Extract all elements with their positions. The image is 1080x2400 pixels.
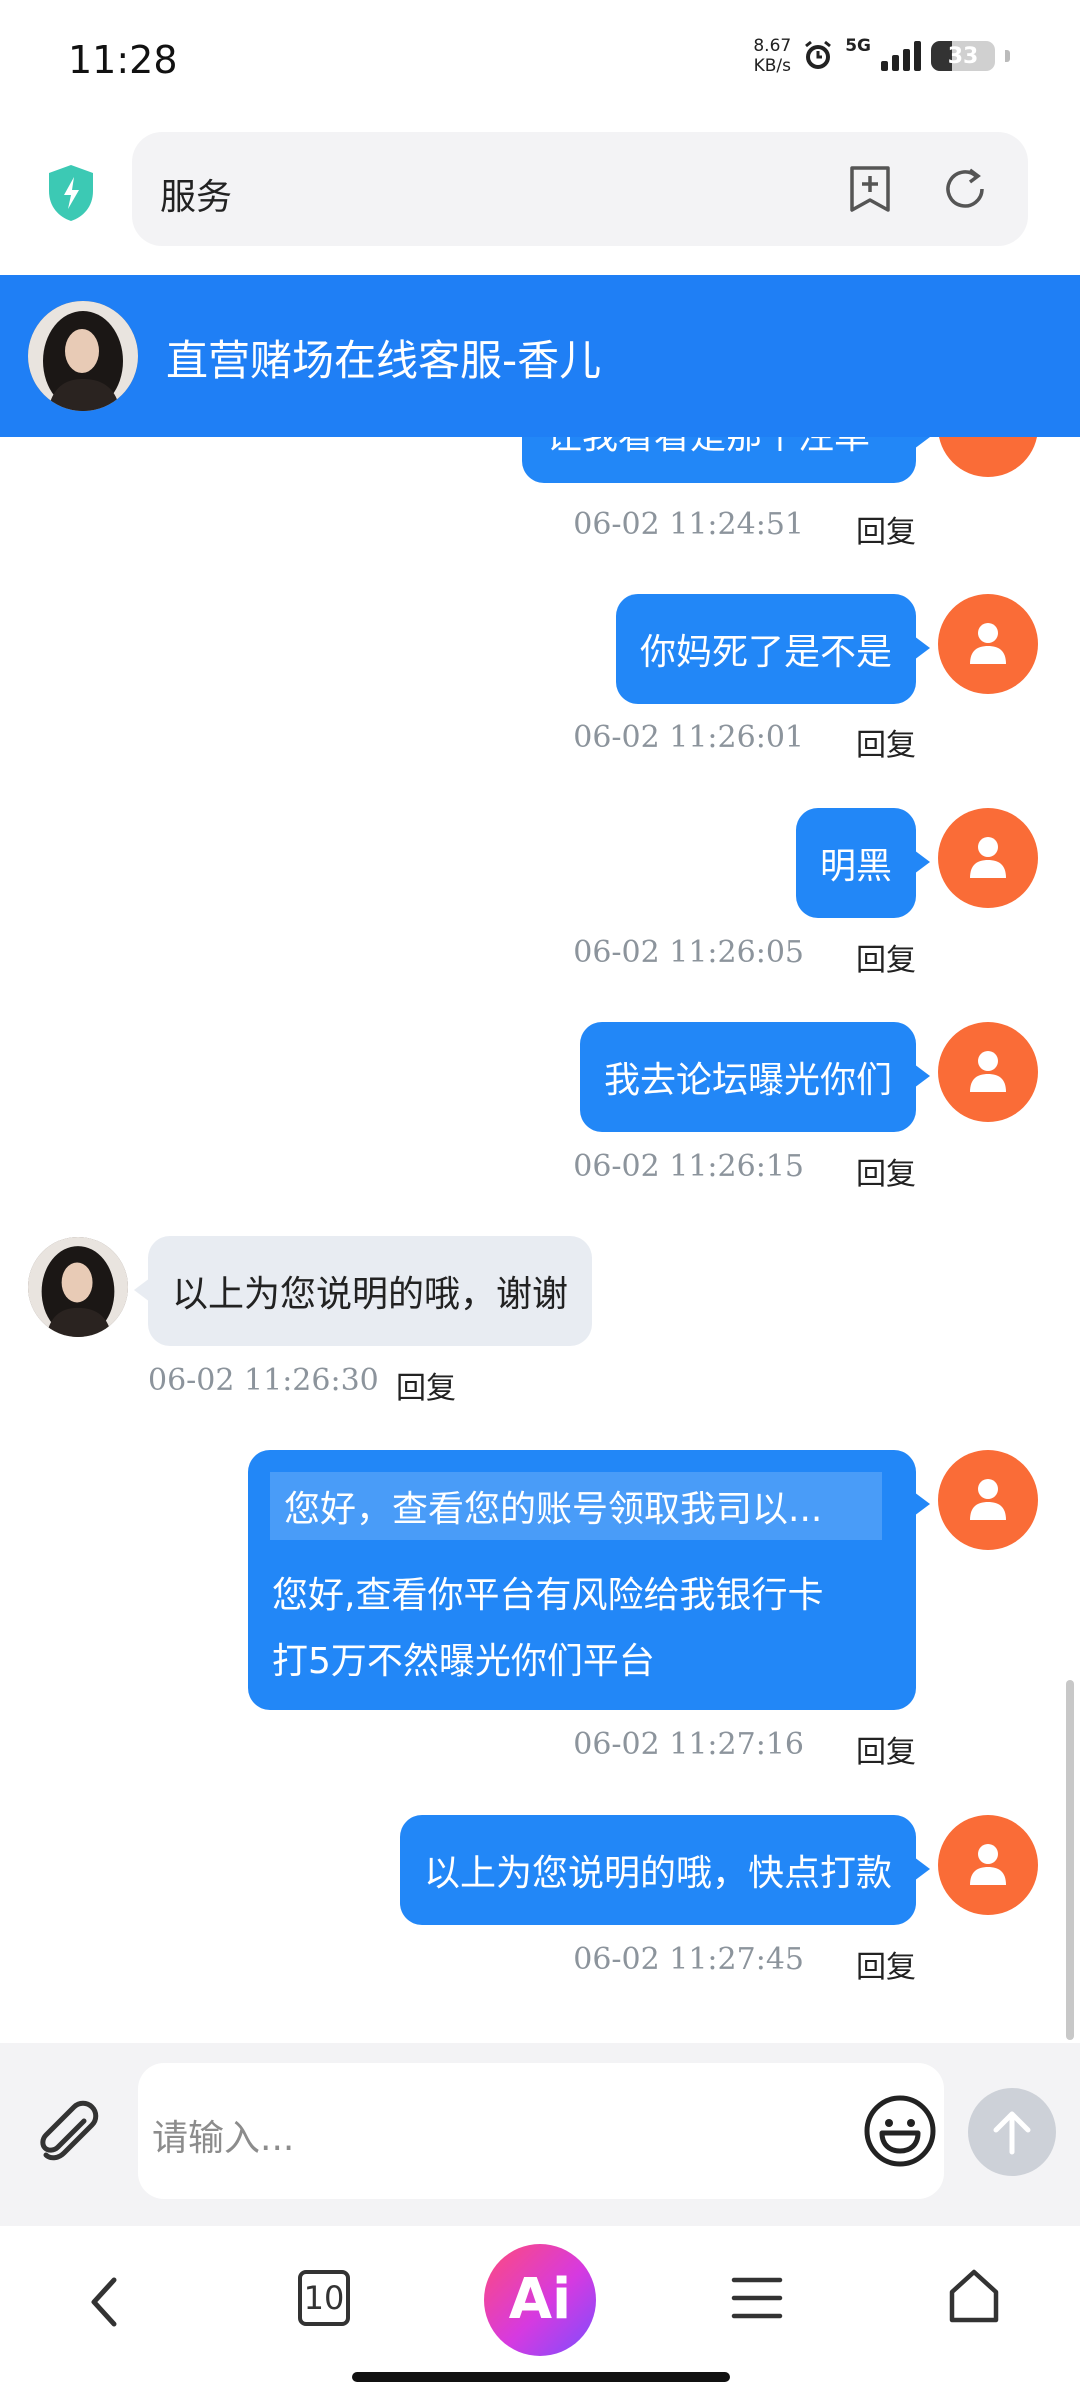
agent-photo: [28, 301, 138, 411]
menu-icon[interactable]: [730, 2272, 784, 2324]
user-avatar: [938, 1815, 1038, 1915]
message-time: 06-02 11:26:05: [573, 935, 804, 970]
status-time: 11:28: [68, 38, 178, 82]
message-time: 06-02 11:26:30: [148, 1363, 379, 1398]
user-avatar: [938, 1022, 1038, 1122]
bookmark-add-icon[interactable]: [846, 164, 894, 214]
reply-link[interactable]: 回复: [396, 1363, 456, 1407]
status-icons: 8.67 KB/s 5G 33: [753, 36, 1010, 76]
browser-bottom-nav: 10 Ai: [0, 2226, 1080, 2400]
message-time: 06-02 11:26:01: [573, 720, 804, 755]
browser-address-bar: 服务: [0, 120, 1080, 275]
scrollbar[interactable]: [1066, 1680, 1074, 2040]
message-line: 您好,查看你平台有风险给我银行卡: [272, 1575, 824, 1616]
input-placeholder: 请输入...: [152, 2118, 295, 2159]
person-icon: [970, 1051, 1006, 1092]
signal-icon: [881, 41, 921, 71]
reply-link[interactable]: 回复: [856, 507, 916, 551]
message-time: 06-02 11:27:45: [573, 1942, 804, 1977]
reply-link[interactable]: 回复: [856, 720, 916, 764]
arrow-up-icon: [993, 2111, 1031, 2155]
send-button[interactable]: [968, 2088, 1056, 2176]
network-type: 5G: [845, 36, 871, 56]
message-bubble-outgoing[interactable]: 让我看看是那个注单: [522, 437, 930, 483]
message-input-bar: 请输入...: [0, 2043, 1080, 2226]
agent-photo: [28, 1237, 128, 1337]
quoted-message[interactable]: 您好，查看您的账号领取我司以...: [270, 1472, 882, 1540]
emoji-icon[interactable]: [862, 2093, 938, 2169]
message-line: 打5万不然曝光你们平台: [272, 1641, 655, 1682]
url-field[interactable]: 服务: [132, 132, 1028, 246]
tabs-button[interactable]: 10: [298, 2270, 350, 2326]
message-bubble-outgoing[interactable]: 以上为您说明的哦，快点打款: [399, 1815, 931, 1925]
user-avatar: [938, 594, 1038, 694]
reply-link[interactable]: 回复: [856, 935, 916, 979]
refresh-icon[interactable]: [940, 164, 990, 214]
attachment-icon[interactable]: [32, 2099, 106, 2173]
message-bubble-outgoing[interactable]: 你妈死了是不是: [615, 594, 931, 704]
person-icon: [970, 1479, 1006, 1520]
home-indicator[interactable]: [352, 2372, 730, 2382]
chat-title: 直营赌场在线客服-香儿: [166, 336, 602, 385]
agent-avatar: [28, 301, 138, 411]
person-icon: [970, 623, 1006, 664]
home-icon[interactable]: [946, 2268, 1002, 2326]
message-time: 06-02 11:27:16: [573, 1727, 804, 1762]
agent-avatar: [28, 1237, 128, 1337]
status-bar: 11:28 8.67 KB/s 5G 33: [0, 0, 1080, 120]
battery-tip: [1005, 50, 1010, 62]
url-text: 服务: [160, 177, 233, 218]
battery-icon: 33: [931, 41, 995, 71]
shield-icon[interactable]: [45, 163, 97, 223]
user-avatar: [938, 437, 1038, 477]
network-speed: 8.67 KB/s: [753, 36, 792, 76]
message-bubble-outgoing[interactable]: 我去论坛曝光你们: [579, 1022, 931, 1132]
ai-button[interactable]: Ai: [484, 2244, 596, 2356]
person-icon: [970, 837, 1006, 878]
person-icon: [970, 1844, 1006, 1885]
message-bubble-outgoing[interactable]: 明黑: [795, 808, 931, 918]
message-input[interactable]: 请输入...: [138, 2063, 944, 2199]
message-bubble-outgoing[interactable]: 您好，查看您的账号领取我司以... 您好,查看你平台有风险给我银行卡 打5万不然…: [248, 1450, 930, 1710]
reply-link[interactable]: 回复: [856, 1149, 916, 1193]
reply-link[interactable]: 回复: [856, 1942, 916, 1986]
message-bubble-incoming[interactable]: 以上为您说明的哦，谢谢: [133, 1236, 593, 1346]
message-list[interactable]: 让我看看是那个注单 06-02 11:24:51 回复 你妈死了是不是 06-0…: [0, 437, 1080, 2043]
back-icon[interactable]: [80, 2272, 130, 2332]
user-avatar: [938, 808, 1038, 908]
message-time: 06-02 11:26:15: [573, 1149, 804, 1184]
chat-header: 直营赌场在线客服-香儿: [0, 275, 1080, 437]
message-time: 06-02 11:24:51: [573, 507, 804, 542]
user-avatar: [938, 1450, 1038, 1550]
reply-link[interactable]: 回复: [856, 1727, 916, 1771]
alarm-icon: [805, 40, 832, 69]
